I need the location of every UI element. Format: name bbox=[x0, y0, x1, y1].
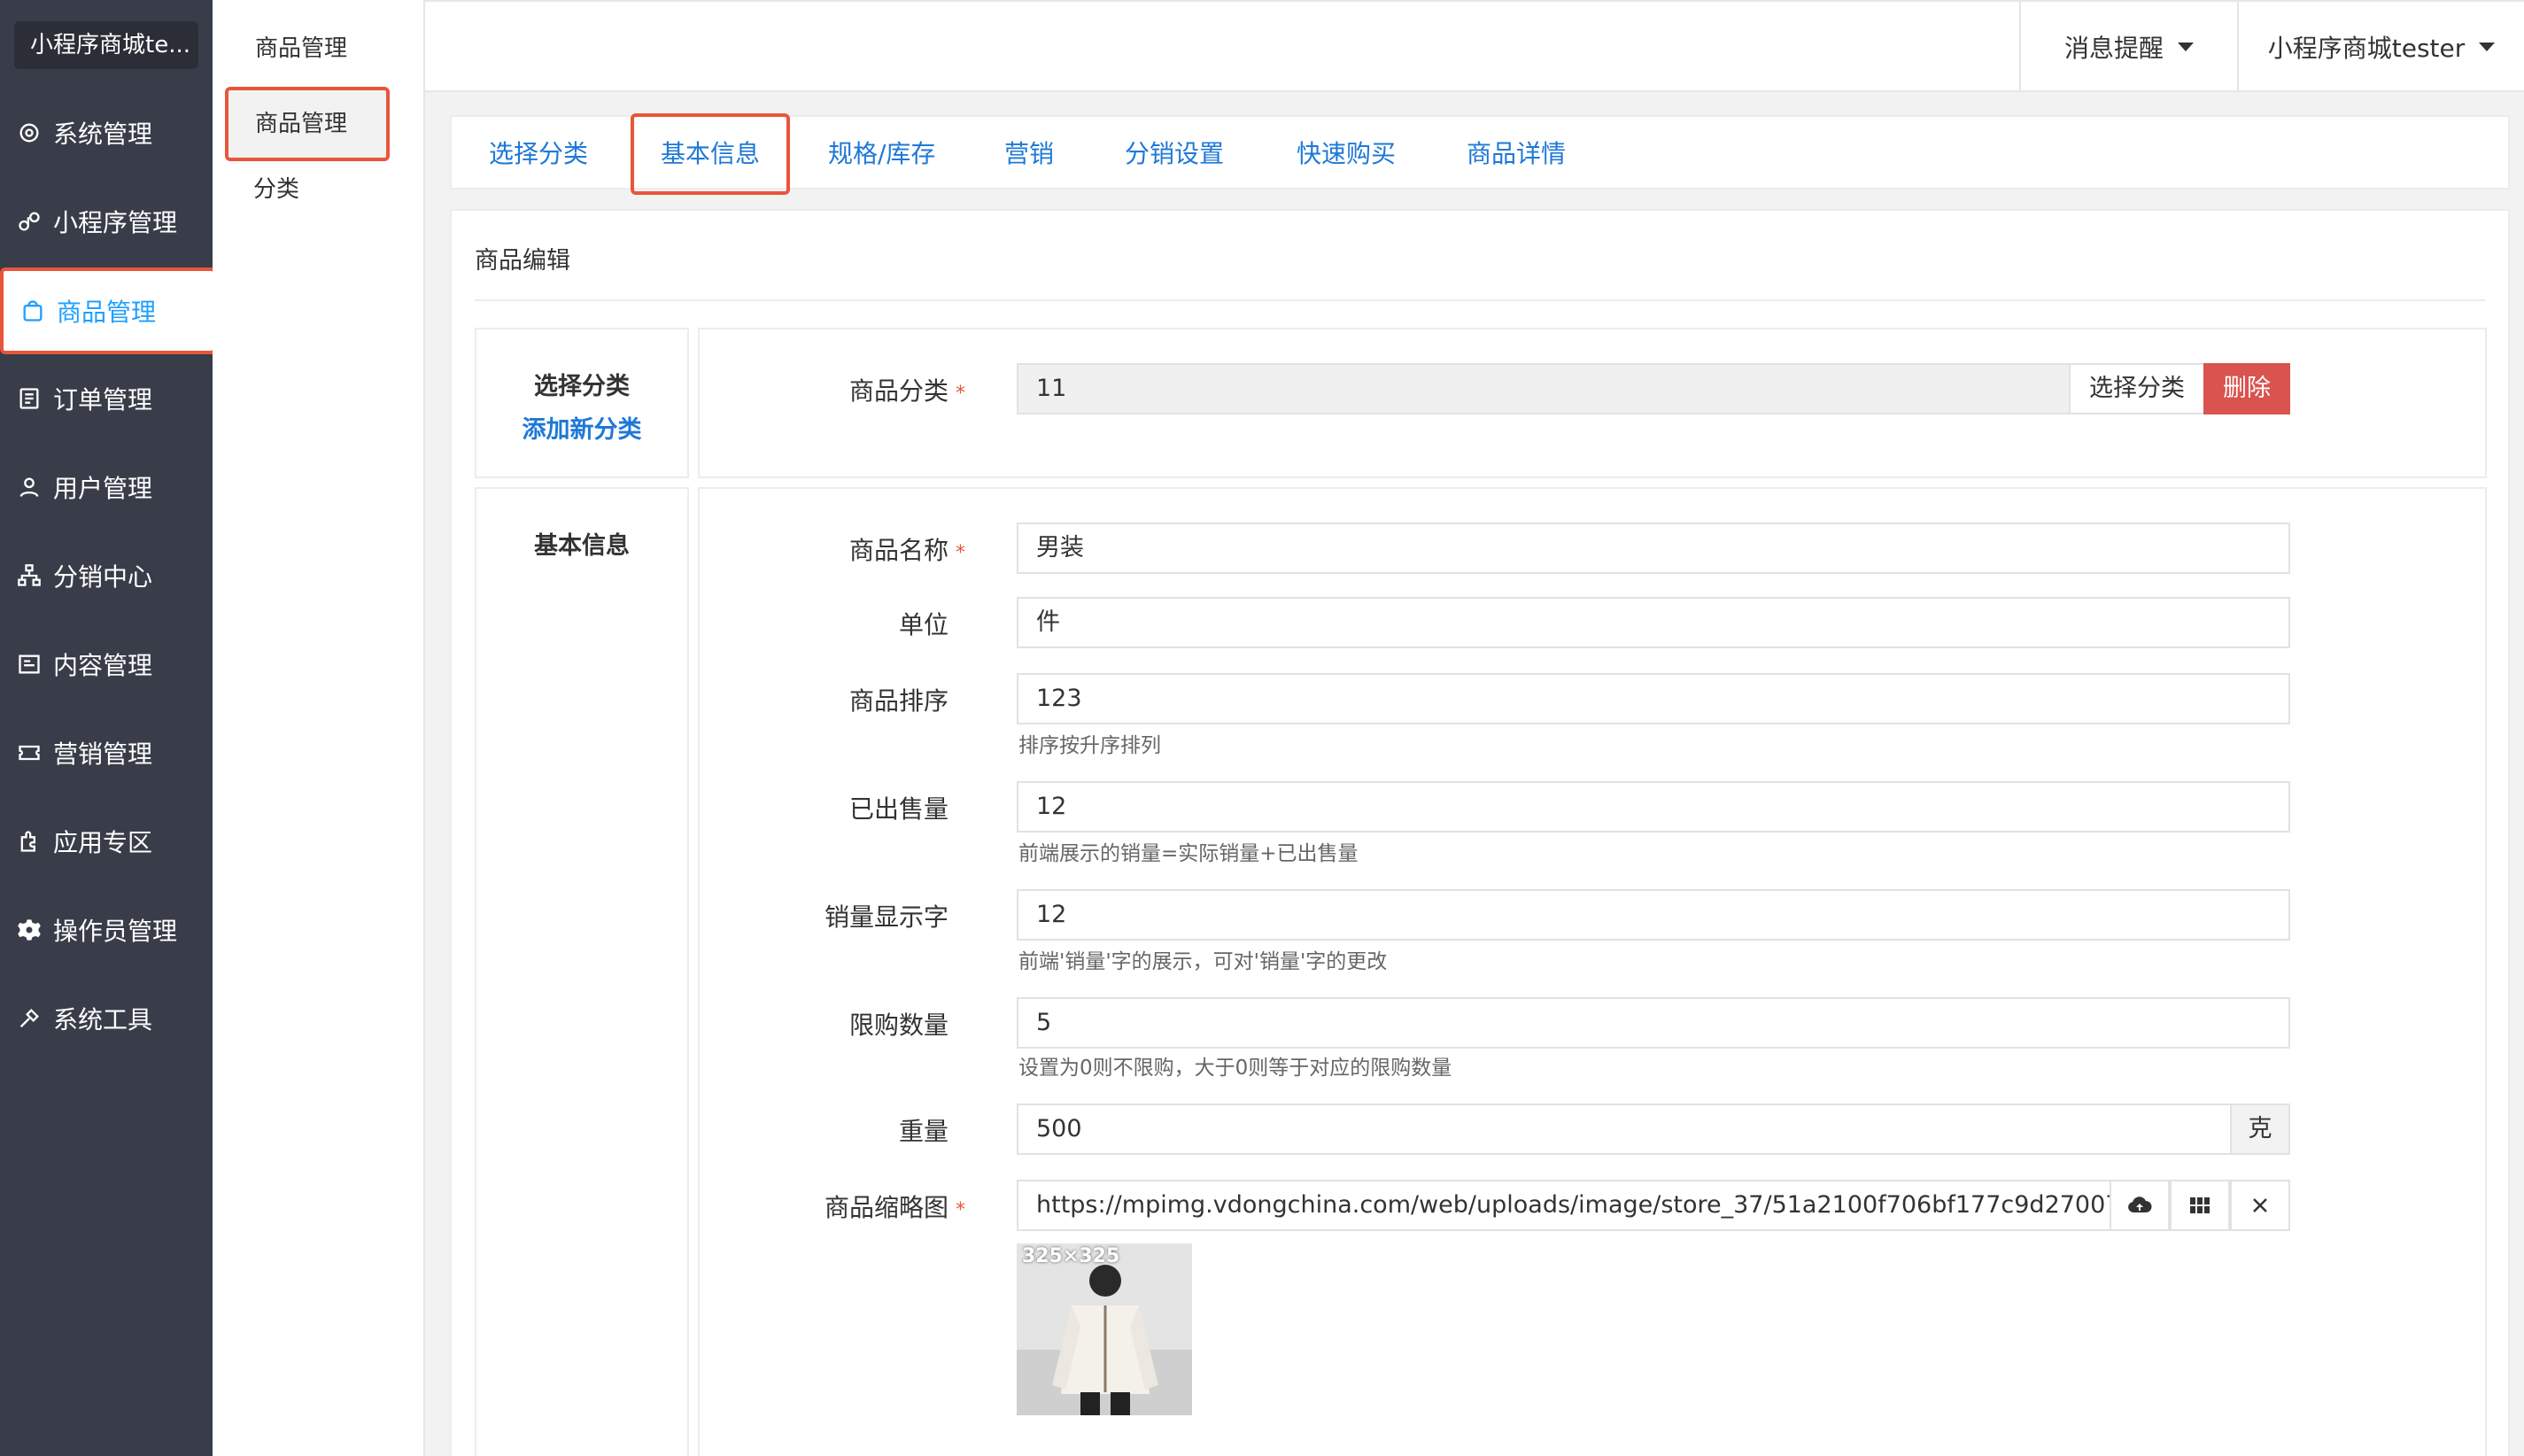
thumbnail-preview[interactable]: 325×325 bbox=[1017, 1243, 1192, 1415]
category-section-title: 选择分类 bbox=[534, 373, 630, 400]
tab-quick-buy[interactable]: 快速购买 bbox=[1297, 117, 1396, 191]
grid-icon bbox=[2190, 1197, 2210, 1213]
tab-basic-info[interactable]: 基本信息 bbox=[631, 113, 791, 195]
gallery-button[interactable] bbox=[2170, 1180, 2230, 1231]
required-mark: * bbox=[956, 1199, 965, 1221]
tab-marketing[interactable]: 营销 bbox=[1004, 117, 1054, 191]
sidebar-item-label: 商品管理 bbox=[57, 298, 157, 327]
sidebar-item-content[interactable]: 内容管理 bbox=[0, 620, 213, 709]
sidebar-item-label: 分销中心 bbox=[53, 562, 153, 592]
tab-select-category[interactable]: 选择分类 bbox=[489, 117, 588, 191]
sales-text-hint: 前端'销量'字的展示，可对'销量'字的更改 bbox=[1018, 950, 1388, 973]
user-dropdown[interactable]: 小程序商城tester bbox=[2237, 2, 2524, 92]
required-mark: * bbox=[956, 542, 965, 564]
app-icon bbox=[16, 828, 43, 855]
sidebar-item-label: 应用专区 bbox=[53, 828, 153, 857]
goods-name-input[interactable]: 男装 bbox=[1017, 523, 2290, 574]
shopping-bag-icon bbox=[19, 298, 46, 324]
sidebar-item-apps[interactable]: 应用专区 bbox=[0, 797, 213, 886]
panel-title: 商品编辑 bbox=[475, 247, 570, 275]
sales-text-label: 销量显示字* bbox=[824, 902, 948, 932]
category-field[interactable]: 11 bbox=[1017, 363, 2071, 414]
secondary-menu: 商品管理 商品管理 分类 bbox=[213, 0, 425, 1456]
thumb-size-label: 325×325 bbox=[1022, 1245, 1120, 1267]
sidebar-item-operators[interactable]: 操作员管理 bbox=[0, 886, 213, 974]
sort-hint: 排序按升序排列 bbox=[1018, 734, 1161, 757]
tools-icon bbox=[16, 1005, 43, 1032]
sidebar-item-label: 操作员管理 bbox=[53, 917, 178, 946]
sold-label: 已出售量* bbox=[848, 794, 948, 824]
delete-category-button[interactable]: 删除 bbox=[2203, 363, 2290, 414]
divider bbox=[475, 299, 2485, 301]
sidebar-item-marketing[interactable]: 营销管理 bbox=[0, 709, 213, 797]
sidebar-item-label: 小程序管理 bbox=[53, 208, 178, 237]
user-name: 小程序商城tester bbox=[2267, 34, 2466, 63]
upload-button[interactable] bbox=[2110, 1180, 2170, 1231]
submenu-item-goods[interactable]: 商品管理 bbox=[225, 87, 390, 161]
edit-tabs: 选择分类 基本信息 规格/库存 营销 分销设置 快速购买 商品详情 bbox=[450, 113, 2510, 195]
weight-input[interactable]: 500 bbox=[1017, 1104, 2232, 1155]
sidebar-item-label: 内容管理 bbox=[53, 651, 153, 680]
tab-goods-detail[interactable]: 商品详情 bbox=[1467, 117, 1566, 191]
add-category-link[interactable]: 添加新分类 bbox=[476, 410, 687, 445]
mini-program-icon bbox=[16, 208, 43, 235]
select-category-button[interactable]: 选择分类 bbox=[2069, 363, 2205, 414]
caret-down-icon bbox=[2479, 43, 2496, 51]
caret-down-icon bbox=[2178, 43, 2194, 51]
thumb-label: 商品缩略图 * bbox=[824, 1193, 965, 1222]
sidebar-item-tools[interactable]: 系统工具 bbox=[0, 974, 213, 1063]
sidebar-item-label: 用户管理 bbox=[53, 474, 153, 503]
tab-spec-stock[interactable]: 规格/库存 bbox=[828, 117, 935, 191]
limit-label: 限购数量* bbox=[848, 1011, 948, 1040]
sold-hint: 前端展示的销量=实际销量+已出售量 bbox=[1018, 842, 1359, 865]
sidebar-item-label: 系统管理 bbox=[53, 120, 153, 149]
thumb-url-input[interactable]: https://mpimg.vdongchina.com/web/uploads… bbox=[1017, 1180, 2111, 1231]
sidebar-item-orders[interactable]: 订单管理 bbox=[0, 354, 213, 443]
main-sidebar: 小程序商城te... 系统管理 小程序管理 商品管理 订单管理 用户管理 分销中… bbox=[0, 0, 216, 1456]
message-label: 消息提醒 bbox=[2063, 34, 2164, 63]
limit-hint: 设置为0则不限购，大于0则等于对应的限购数量 bbox=[1018, 1057, 1452, 1080]
sold-input[interactable]: 12 bbox=[1017, 781, 2290, 833]
submenu-title: 商品管理 bbox=[255, 35, 348, 62]
sidebar-item-mini-program[interactable]: 小程序管理 bbox=[0, 177, 213, 266]
category-section-label: 选择分类 添加新分类 bbox=[475, 328, 689, 478]
sales-text-input[interactable]: 12 bbox=[1017, 889, 2290, 941]
category-label: 商品分类 * bbox=[848, 376, 965, 406]
gear-solid-icon bbox=[16, 917, 43, 943]
basic-section-title: 基本信息 bbox=[534, 532, 630, 560]
sidebar-item-label: 订单管理 bbox=[53, 385, 153, 414]
sidebar-item-label: 系统工具 bbox=[53, 1005, 153, 1034]
weight-label: 重量* bbox=[898, 1117, 948, 1146]
sidebar-item-goods[interactable]: 商品管理 bbox=[0, 267, 216, 354]
sidebar-item-users[interactable]: 用户管理 bbox=[0, 443, 213, 531]
tab-distribution[interactable]: 分销设置 bbox=[1125, 117, 1224, 191]
limit-input[interactable]: 5 bbox=[1017, 997, 2290, 1049]
name-label: 商品名称 * bbox=[848, 536, 965, 565]
jacket-photo bbox=[1017, 1243, 1192, 1415]
sort-input[interactable]: 123 bbox=[1017, 673, 2290, 724]
message-dropdown[interactable]: 消息提醒 bbox=[2019, 2, 2237, 92]
ticket-icon bbox=[16, 740, 43, 766]
sort-label: 商品排序* bbox=[848, 686, 948, 716]
sidebar-item-label: 营销管理 bbox=[53, 740, 153, 769]
close-icon bbox=[2253, 1198, 2267, 1212]
top-header: 消息提醒 小程序商城tester bbox=[425, 0, 2524, 92]
user-icon bbox=[16, 474, 43, 500]
sidebar-item-system[interactable]: 系统管理 bbox=[0, 89, 213, 177]
brand-name[interactable]: 小程序商城te... bbox=[14, 21, 198, 69]
clear-thumb-button[interactable] bbox=[2230, 1180, 2290, 1231]
order-list-icon bbox=[16, 385, 43, 412]
content-icon bbox=[16, 651, 43, 678]
unit-label: 单位* bbox=[898, 610, 948, 639]
weight-unit: 克 bbox=[2230, 1104, 2290, 1155]
network-icon bbox=[16, 562, 43, 589]
gear-outline-icon bbox=[16, 120, 43, 146]
required-mark: * bbox=[956, 383, 965, 405]
cloud-upload-icon bbox=[2128, 1197, 2152, 1212]
basic-section-label: 基本信息 bbox=[475, 487, 689, 1456]
unit-input[interactable]: 件 bbox=[1017, 597, 2290, 648]
submenu-item-category[interactable]: 分类 bbox=[227, 156, 411, 230]
sidebar-item-distribution[interactable]: 分销中心 bbox=[0, 531, 213, 620]
